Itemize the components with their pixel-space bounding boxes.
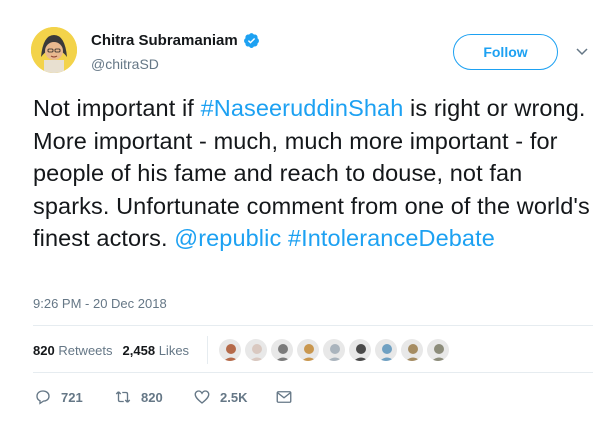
liker-avatar[interactable] [296,338,320,362]
chevron-down-icon[interactable] [574,43,590,59]
stats-separator [207,336,208,364]
tweet-text-segment [281,225,288,251]
liker-avatar[interactable] [322,338,346,362]
like-action[interactable]: 2.5K [193,388,275,406]
author-avatar[interactable] [31,27,77,73]
retweet-action[interactable]: 820 [114,388,193,406]
retweet-count: 820 [141,389,163,405]
author-display-name[interactable]: Chitra Subramaniam [91,32,260,49]
reply-count: 721 [61,389,83,405]
liker-avatar[interactable] [270,338,294,362]
tweet-timestamp[interactable]: 9:26 PM - 20 Dec 2018 [33,296,167,311]
liker-avatar[interactable] [244,338,268,362]
author-handle[interactable]: @chitraSD [91,56,159,72]
heart-icon [194,390,210,404]
liker-avatar[interactable] [400,338,424,362]
reply-action[interactable]: 721 [34,388,114,406]
tweet-actions: 721 820 2.5K [34,388,293,406]
follow-button[interactable]: Follow [453,34,558,70]
tweet-text-segment: Not important if [33,95,201,121]
author-name-text[interactable]: Chitra Subramaniam [91,32,238,49]
tweet-link[interactable]: @republic [174,225,281,251]
likes-stat[interactable]: 2,458 Likes [123,343,190,358]
liker-avatar[interactable] [218,338,242,362]
reply-icon [36,390,50,405]
verified-badge-icon [243,33,259,48]
retweets-stat[interactable]: 820 Retweets [33,343,113,358]
retweet-icon [115,391,131,403]
liker-avatar[interactable] [374,338,398,362]
tweet-stats: 820 Retweets 2,458 Likes [33,343,189,358]
liker-avatar[interactable] [426,338,450,362]
tweet-text: Not important if #NaseeruddinShah is rig… [33,92,593,255]
liker-avatars [218,338,452,362]
tweet-link[interactable]: #NaseeruddinShah [201,95,404,121]
like-count: 2.5K [220,389,248,405]
liker-avatar[interactable] [348,338,372,362]
envelope-icon [276,391,292,403]
divider-bottom [33,372,593,373]
divider-top [33,325,593,326]
tweet-link[interactable]: #IntoleranceDebate [288,225,495,251]
direct-message-action[interactable] [275,388,293,406]
